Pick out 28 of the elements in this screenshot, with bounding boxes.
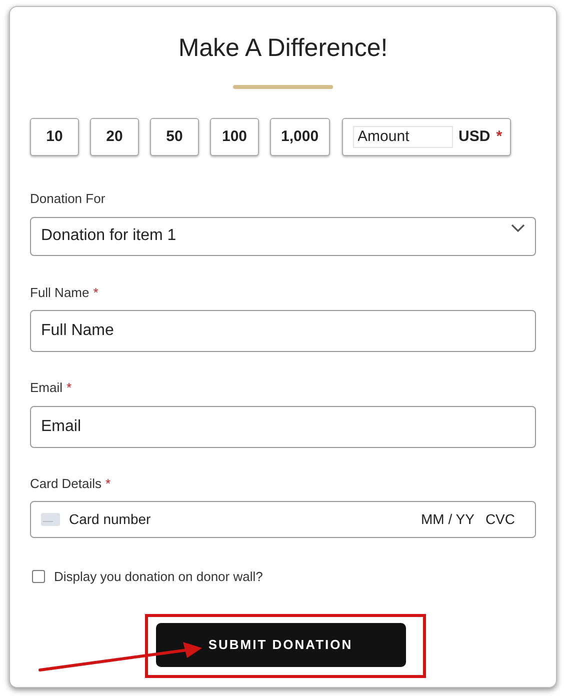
- required-mark: *: [66, 379, 72, 397]
- currency-label: USD: [458, 126, 490, 147]
- text-field[interactable]: Email: [30, 406, 536, 448]
- field-label: Card Details: [30, 474, 102, 492]
- submit-button[interactable]: SUBMIT DONATION: [156, 622, 406, 666]
- amount-button[interactable]: 100: [210, 118, 259, 156]
- text-field[interactable]: Full Name: [30, 310, 536, 352]
- dropdown-field[interactable]: Donation for item 1: [30, 216, 536, 256]
- amount-button[interactable]: 1,000: [270, 118, 330, 156]
- cvc-placeholder: CVC: [485, 510, 515, 529]
- amount-button[interactable]: 50: [150, 118, 199, 156]
- form-title: Make A Difference!: [177, 33, 389, 63]
- credit-card-icon: [41, 513, 60, 526]
- field-label: Email: [30, 379, 63, 397]
- amount-button[interactable]: 10: [30, 118, 79, 156]
- field-label: Full Name: [30, 284, 90, 302]
- amount-field[interactable]: Amount USD *: [342, 118, 511, 156]
- checkbox-label: Display you donation on donor wall?: [54, 568, 263, 586]
- required-mark: *: [106, 474, 111, 492]
- field-label: Donation For: [30, 190, 106, 208]
- card-field[interactable]: Card number MM / YY CVC: [30, 501, 536, 538]
- checkbox[interactable]: [32, 570, 45, 584]
- card-number-placeholder: Card number: [69, 510, 152, 529]
- expiry-placeholder: MM / YY: [421, 510, 474, 529]
- amount-button[interactable]: 20: [90, 118, 139, 156]
- required-mark: *: [496, 126, 502, 147]
- chevron-down-icon: [511, 224, 525, 232]
- required-mark: *: [93, 284, 98, 302]
